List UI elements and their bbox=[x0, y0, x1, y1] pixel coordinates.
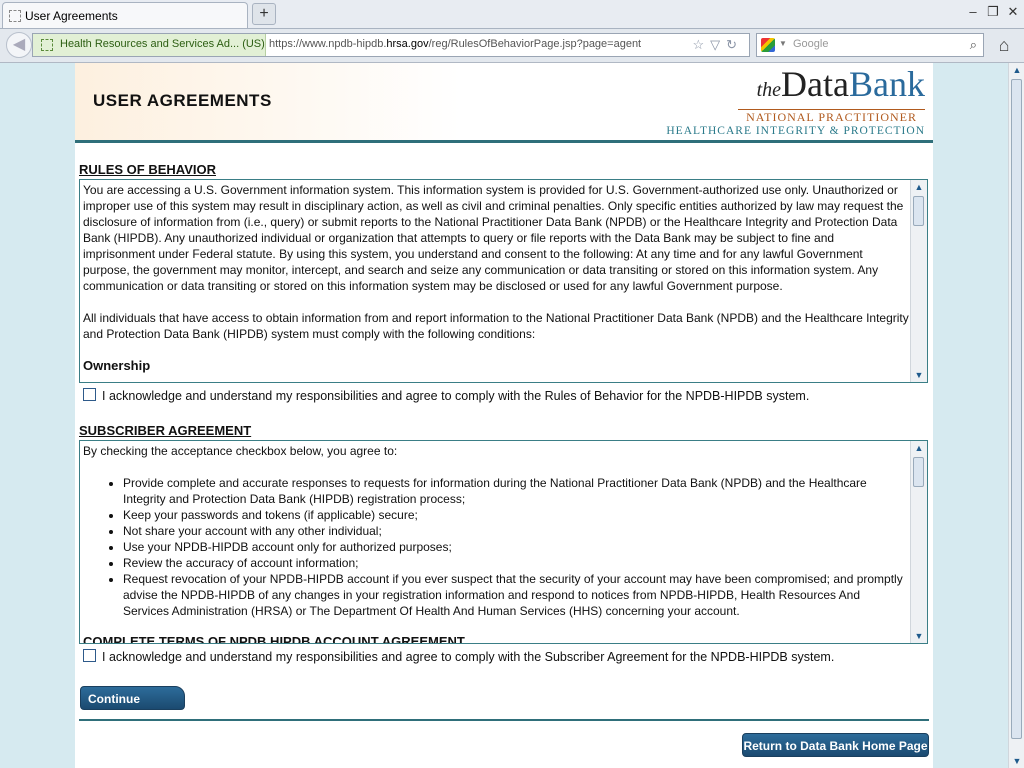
list-item: Not share your account with any other in… bbox=[123, 523, 909, 539]
rules-acknowledgement[interactable]: I acknowledge and understand my responsi… bbox=[83, 388, 809, 403]
address-bar[interactable]: Health Resources and Services Ad... (US)… bbox=[32, 33, 750, 57]
url-suffix: /reg/RulesOfBehaviorPage.jsp?page=agent bbox=[428, 38, 642, 50]
rules-ack-checkbox[interactable] bbox=[83, 388, 96, 401]
scroll-up-icon[interactable]: ▲ bbox=[911, 180, 927, 194]
rules-paragraph-2: All individuals that have access to obta… bbox=[83, 311, 909, 341]
new-tab-button[interactable]: + bbox=[252, 3, 276, 25]
databank-logo: theDataBank NATIONAL PRACTITIONER HEALTH… bbox=[666, 65, 925, 138]
list-item: Use your NPDB-HIPDB account only for aut… bbox=[123, 539, 909, 555]
site-identity-button[interactable]: Health Resources and Services Ad... (US) bbox=[33, 34, 266, 56]
list-item: Provide complete and accurate responses … bbox=[123, 475, 909, 507]
tab-title: User Agreements bbox=[25, 9, 118, 23]
scroll-up-icon[interactable]: ▲ bbox=[1009, 63, 1024, 77]
page-viewport: USER AGREEMENTS theDataBank NATIONAL PRA… bbox=[0, 63, 1008, 768]
scroll-down-icon[interactable]: ▼ bbox=[1009, 754, 1024, 768]
engine-dropdown-icon[interactable]: ▼ bbox=[779, 39, 787, 48]
return-home-button[interactable]: Return to Data Bank Home Page bbox=[742, 733, 929, 757]
subscriber-section-title: SUBSCRIBER AGREEMENT bbox=[79, 423, 252, 438]
page-header: USER AGREEMENTS theDataBank NATIONAL PRA… bbox=[75, 63, 933, 143]
back-arrow-icon[interactable]: ◀ bbox=[6, 32, 32, 58]
minimize-icon[interactable]: – bbox=[964, 4, 982, 19]
url-prefix: https://www.npdb-hipdb. bbox=[269, 38, 387, 50]
page-favicon-icon bbox=[9, 10, 21, 22]
footer-divider bbox=[79, 719, 929, 721]
url-domain: hrsa.gov bbox=[386, 38, 429, 50]
subscriber-ack-label: I acknowledge and understand my responsi… bbox=[102, 650, 835, 664]
search-icon[interactable]: ⌕ bbox=[970, 37, 977, 53]
search-input[interactable]: Google bbox=[793, 38, 828, 50]
page-container: USER AGREEMENTS theDataBank NATIONAL PRA… bbox=[75, 63, 933, 768]
dropdown-arrow-icon[interactable]: ▽ bbox=[710, 37, 726, 52]
subscriber-acknowledgement[interactable]: I acknowledge and understand my responsi… bbox=[83, 649, 834, 664]
rules-paragraph-1: You are accessing a U.S. Government info… bbox=[83, 183, 904, 293]
logo-bank: Bank bbox=[849, 64, 925, 104]
scroll-thumb[interactable] bbox=[913, 457, 924, 487]
list-item: Review the accuracy of account informati… bbox=[123, 555, 909, 571]
continue-button[interactable]: Continue bbox=[80, 686, 185, 710]
page-title: USER AGREEMENTS bbox=[93, 91, 272, 110]
rules-scrollbar[interactable]: ▲ ▼ bbox=[910, 180, 927, 382]
url-bar-icons: ☆▽↻ bbox=[692, 37, 743, 53]
logo-the: the bbox=[756, 79, 782, 101]
url-text[interactable]: https://www.npdb-hipdb.hrsa.gov/reg/Rule… bbox=[269, 38, 641, 50]
rules-ownership-heading: Ownership bbox=[83, 358, 151, 373]
close-window-icon[interactable]: ✕ bbox=[1004, 4, 1022, 20]
site-identity-icon bbox=[41, 39, 53, 51]
subscriber-intro: By checking the acceptance checkbox belo… bbox=[83, 444, 398, 458]
google-engine-icon[interactable] bbox=[761, 38, 775, 52]
reload-icon[interactable]: ↻ bbox=[726, 37, 743, 52]
page-scrollbar[interactable]: ▲ ▼ bbox=[1008, 63, 1024, 768]
subscriber-scrollbar[interactable]: ▲ ▼ bbox=[910, 441, 927, 643]
bookmark-star-icon[interactable]: ☆ bbox=[692, 37, 710, 52]
home-icon[interactable]: ⌂ bbox=[990, 32, 1018, 58]
restore-icon[interactable]: ❐ bbox=[984, 4, 1002, 20]
list-item: Request revocation of your NPDB-HIPDB ac… bbox=[123, 571, 909, 619]
logo-hipdb-line: HEALTHCARE INTEGRITY & PROTECTION bbox=[666, 125, 925, 137]
scroll-down-icon[interactable]: ▼ bbox=[911, 629, 927, 643]
tab-user-agreements[interactable]: User Agreements bbox=[2, 2, 248, 28]
rules-section-title: RULES OF BEHAVIOR bbox=[79, 162, 216, 177]
rules-ack-label: I acknowledge and understand my responsi… bbox=[102, 389, 810, 403]
tab-bar: User Agreements + – ❐ ✕ bbox=[0, 0, 1024, 29]
complete-terms-heading: COMPLETE TERMS OF NPDB HIPDB ACCOUNT AGR… bbox=[83, 634, 465, 644]
scroll-thumb[interactable] bbox=[1011, 79, 1022, 739]
list-item: Keep your passwords and tokens (if appli… bbox=[123, 507, 909, 523]
site-identity-label: Health Resources and Services Ad... (US) bbox=[60, 38, 265, 50]
subscriber-textbox[interactable]: By checking the acceptance checkbox belo… bbox=[79, 440, 928, 644]
rules-textbox[interactable]: You are accessing a U.S. Government info… bbox=[79, 179, 928, 383]
navigation-toolbar: ◀ Health Resources and Services Ad... (U… bbox=[0, 29, 1024, 63]
search-bar[interactable]: ▼ Google ⌕ bbox=[756, 33, 984, 57]
subscriber-ack-checkbox[interactable] bbox=[83, 649, 96, 662]
scroll-down-icon[interactable]: ▼ bbox=[911, 368, 927, 382]
scroll-up-icon[interactable]: ▲ bbox=[911, 441, 927, 455]
logo-npdb-line: NATIONAL PRACTITIONER bbox=[738, 109, 925, 124]
scroll-thumb[interactable] bbox=[913, 196, 924, 226]
subscriber-terms-list: Provide complete and accurate responses … bbox=[83, 475, 909, 619]
logo-data: Data bbox=[781, 64, 849, 104]
